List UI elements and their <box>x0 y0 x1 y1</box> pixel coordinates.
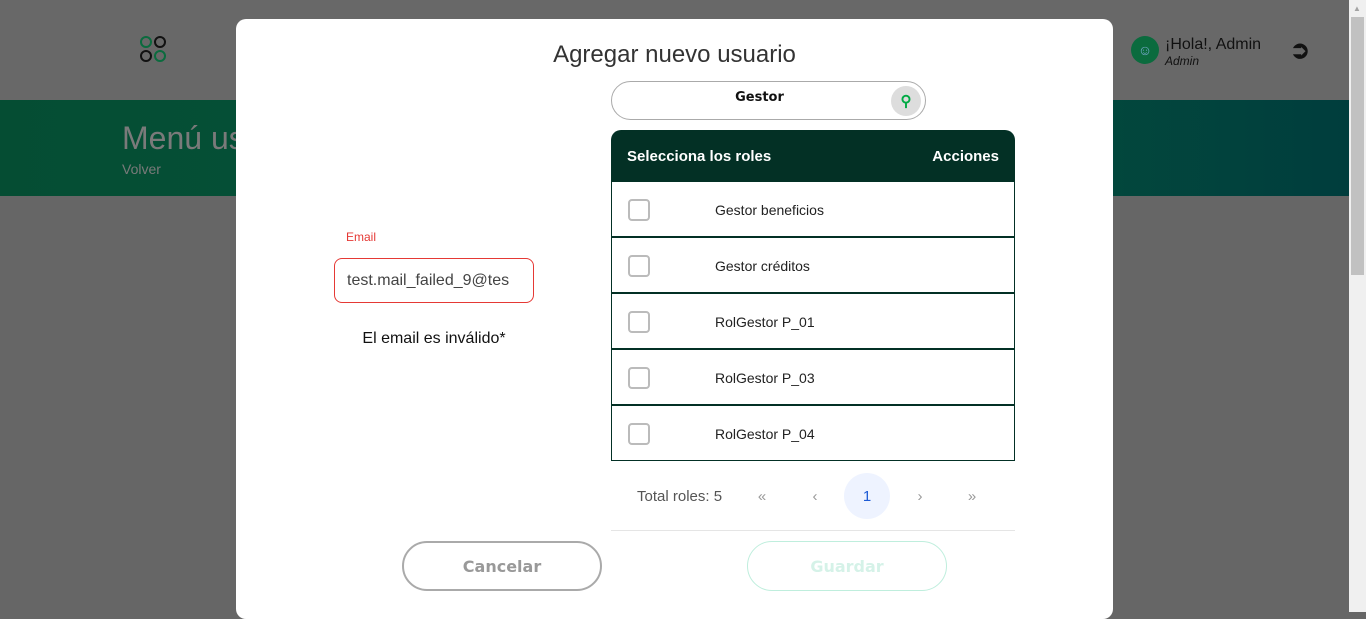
modal-title: Agregar nuevo usuario <box>553 41 796 68</box>
role-checkbox[interactable] <box>628 367 650 389</box>
role-checkbox[interactable] <box>628 311 650 333</box>
save-button[interactable]: Guardar <box>747 541 947 591</box>
table-row: Gestor beneficios <box>611 181 1015 237</box>
table-row: RolGestor P_04 <box>611 405 1015 461</box>
cancel-button[interactable]: Cancelar <box>402 541 602 591</box>
role-label: RolGestor P_04 <box>715 426 815 442</box>
next-page-button[interactable]: › <box>897 473 943 519</box>
scrollbar[interactable]: ▲ <box>1349 0 1366 612</box>
first-page-button[interactable]: « <box>739 473 785 519</box>
table-row: Gestor créditos <box>611 237 1015 293</box>
email-label: Email <box>346 230 377 244</box>
email-field[interactable] <box>334 258 534 303</box>
roles-table-header: Selecciona los roles Acciones <box>611 130 1015 181</box>
role-checkbox[interactable] <box>628 199 650 221</box>
role-search-input[interactable] <box>632 90 887 105</box>
email-error: El email es inválido* <box>362 330 506 347</box>
header-actions: Acciones <box>932 148 999 165</box>
greeting: ¡Hola!, Admin <box>1165 36 1262 53</box>
role-label: RolGestor P_03 <box>715 370 815 386</box>
search-icon[interactable]: ⚲ <box>891 86 921 116</box>
role-label: RolGestor P_01 <box>715 314 815 330</box>
page-1-button[interactable]: 1 <box>844 473 890 519</box>
user-avatar-icon: ☺ <box>1131 36 1159 64</box>
user-role: Admin <box>1165 54 1200 68</box>
prev-page-button[interactable]: ‹ <box>792 473 838 519</box>
role-label: Gestor créditos <box>715 258 810 274</box>
total-roles: Total roles: 5 <box>637 488 723 505</box>
divider <box>611 530 1015 531</box>
header-select-roles: Selecciona los roles <box>627 148 772 165</box>
table-row: RolGestor P_03 <box>611 349 1015 405</box>
apps-menu-icon[interactable] <box>140 36 166 62</box>
add-user-modal: Agregar nuevo usuario ⚲ Selecciona los r… <box>236 19 1113 619</box>
user-info: ☺ ¡Hola!, Admin Admin <box>1131 36 1261 68</box>
table-row: RolGestor P_01 <box>611 293 1015 349</box>
scroll-thumb[interactable] <box>1351 17 1364 275</box>
last-page-button[interactable]: » <box>949 473 995 519</box>
scroll-up-icon[interactable]: ▲ <box>1353 4 1361 13</box>
logout-icon[interactable]: ➲ <box>1290 36 1310 65</box>
role-label: Gestor beneficios <box>715 202 824 218</box>
role-checkbox[interactable] <box>628 423 650 445</box>
role-search: ⚲ <box>611 81 926 120</box>
back-link[interactable]: Volver <box>122 161 161 177</box>
role-checkbox[interactable] <box>628 255 650 277</box>
